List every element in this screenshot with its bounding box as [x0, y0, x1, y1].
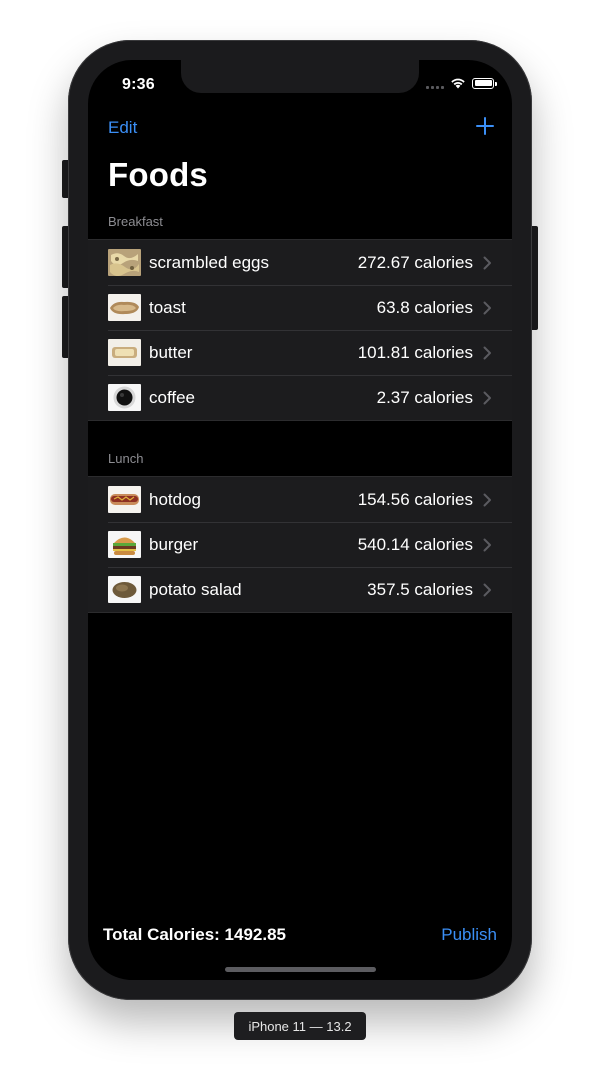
toast-image	[108, 294, 141, 321]
butter-image	[108, 339, 141, 366]
food-name: coffee	[149, 387, 196, 407]
section-header-lunch: Lunch	[108, 451, 144, 466]
food-row-hotdog[interactable]: hotdog 154.56 calories	[88, 477, 512, 522]
chevron-right-icon	[483, 538, 491, 551]
food-name: burger	[149, 534, 199, 554]
home-indicator[interactable]	[225, 967, 376, 972]
cellular-signal-icon	[426, 77, 444, 89]
status-indicators	[426, 77, 497, 89]
section-header-breakfast: Breakfast	[108, 214, 163, 229]
page-title: Foods	[108, 156, 208, 193]
food-name: toast	[149, 297, 186, 317]
total-calories-label: Total Calories: 1492.85	[103, 925, 286, 944]
food-calories: 154.56 calories	[357, 489, 473, 509]
chevron-right-icon	[483, 301, 491, 314]
scrambled-eggs-image	[108, 249, 141, 276]
food-name: potato salad	[149, 579, 242, 599]
hotdog-image	[108, 486, 141, 513]
lunch-list: hotdog 154.56 calories burger 540.14 cal…	[88, 476, 512, 613]
breakfast-list: scrambled eggs 272.67 calories toast 63.…	[88, 239, 512, 421]
food-row-toast[interactable]: toast 63.8 calories	[88, 285, 512, 330]
status-time: 9:36	[122, 76, 155, 93]
coffee-image	[108, 384, 141, 411]
potato-salad-image	[108, 576, 141, 603]
publish-button[interactable]: Publish	[441, 925, 497, 945]
food-name: butter	[149, 342, 193, 362]
wifi-icon	[451, 78, 465, 89]
chevron-right-icon	[483, 256, 491, 269]
food-calories: 2.37 calories	[376, 387, 473, 407]
food-row-potato-salad[interactable]: potato salad 357.5 calories	[88, 567, 512, 612]
device-label: iPhone 11 — 13.2	[234, 1012, 366, 1040]
food-name: hotdog	[149, 489, 201, 509]
food-row-coffee[interactable]: coffee 2.37 calories	[88, 375, 512, 420]
edit-button[interactable]: Edit	[108, 118, 137, 138]
food-calories: 101.81 calories	[357, 342, 473, 362]
notch	[181, 60, 419, 93]
food-name: scrambled eggs	[149, 252, 270, 272]
app-screen: 9:36 Edit Foods Breakfast scrambled eggs…	[88, 60, 512, 980]
plus-icon	[476, 117, 494, 135]
food-row-butter[interactable]: butter 101.81 calories	[88, 330, 512, 375]
battery-icon	[472, 77, 497, 89]
food-calories: 63.8 calories	[376, 297, 473, 317]
food-row-burger[interactable]: burger 540.14 calories	[88, 522, 512, 567]
chevron-right-icon	[483, 391, 491, 404]
food-calories: 540.14 calories	[357, 534, 473, 554]
food-calories: 357.5 calories	[367, 579, 473, 599]
add-food-button[interactable]	[476, 117, 494, 135]
food-row-scrambled-eggs[interactable]: scrambled eggs 272.67 calories	[88, 240, 512, 285]
chevron-right-icon	[483, 346, 491, 359]
chevron-right-icon	[483, 493, 491, 506]
food-calories: 272.67 calories	[357, 252, 473, 272]
burger-image	[108, 531, 141, 558]
chevron-right-icon	[483, 583, 491, 596]
